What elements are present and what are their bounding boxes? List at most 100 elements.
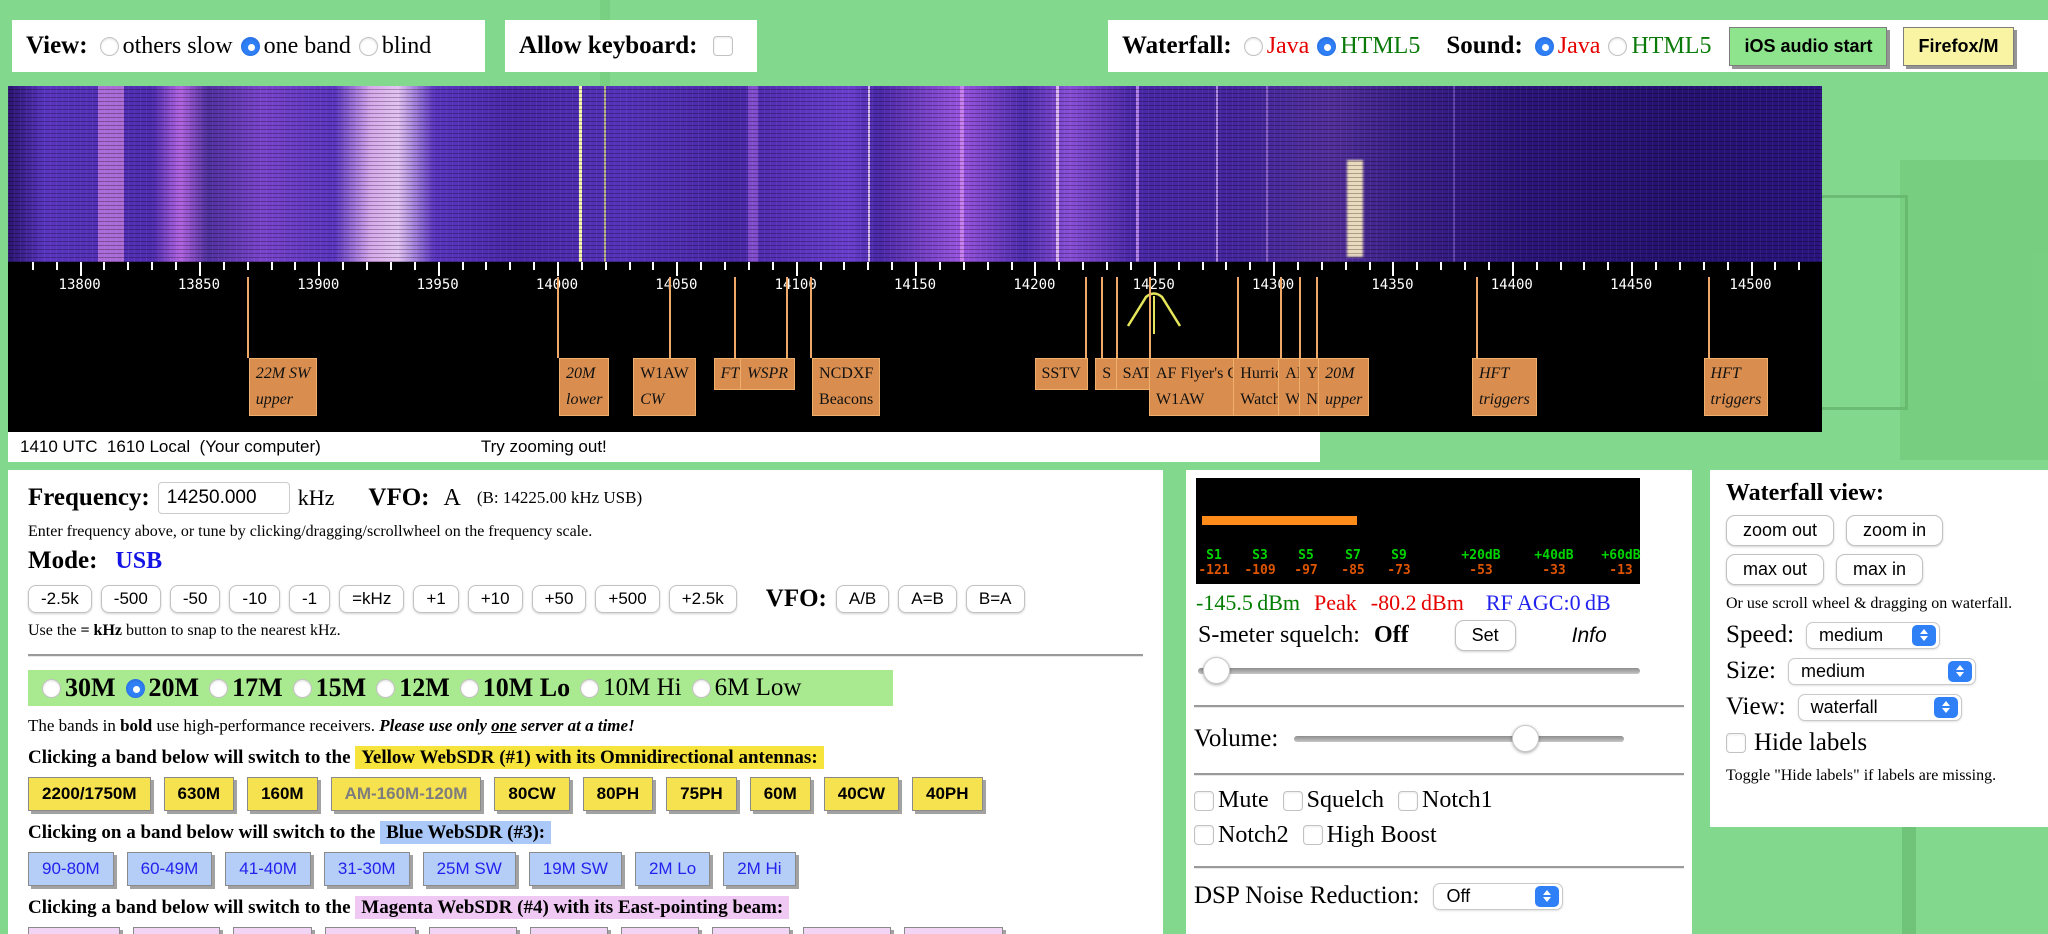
info-link[interactable]: Info: [1572, 624, 1607, 648]
band-radio-20M[interactable]: 20M: [125, 673, 199, 703]
band-button-25M SW[interactable]: 25M SW: [422, 852, 516, 886]
radio-15M[interactable]: [292, 678, 312, 698]
band-label-NCDXF[interactable]: NCDXF Beacons: [812, 358, 881, 416]
radio-option-others slow[interactable]: others slow: [99, 33, 233, 60]
hide-labels-checkbox[interactable]: [1726, 733, 1746, 753]
band-button-2M Lo[interactable]: 2M Lo: [634, 852, 711, 886]
squelch-slider-track[interactable]: [1198, 668, 1640, 674]
checkbox-item-Mute[interactable]: Mute: [1194, 787, 1269, 814]
zoom-in-button[interactable]: zoom in: [1846, 515, 1944, 546]
step-button--10[interactable]: -10: [229, 585, 280, 613]
band-button-10M-E1[interactable]: 10M-E1: [803, 927, 891, 934]
tuning-passband-marker[interactable]: [1126, 288, 1182, 334]
radio-HTML5[interactable]: [1608, 36, 1628, 56]
step-button--1[interactable]: -1: [288, 585, 331, 613]
band-button-2200/1750M[interactable]: 2200/1750M: [28, 777, 151, 811]
radio-option-one band[interactable]: one band: [240, 33, 351, 60]
radio-option-blind[interactable]: blind: [358, 33, 431, 60]
squelch-slider-knob[interactable]: [1202, 657, 1230, 684]
radio-6M Low[interactable]: [691, 678, 711, 698]
band-button-160M[interactable]: 160M: [247, 777, 318, 811]
checkbox-Squelch[interactable]: [1282, 790, 1303, 811]
firefox-button[interactable]: Firefox/M: [1903, 26, 2014, 66]
ios-audio-start-button[interactable]: iOS audio start: [1729, 26, 1888, 66]
radio-HTML5[interactable]: [1317, 36, 1337, 56]
vfo-button-A/B[interactable]: A/B: [835, 585, 890, 613]
step-button--50[interactable]: -50: [169, 585, 221, 613]
radio-one band[interactable]: [240, 36, 260, 56]
band-button-80CW[interactable]: 80CW: [494, 777, 570, 811]
radio-10M Lo[interactable]: [459, 678, 479, 698]
checkbox-Notch1[interactable]: [1398, 790, 1418, 811]
band-button-40CW-E[interactable]: 40CW-E: [28, 927, 120, 934]
waterfall-spectrogram[interactable]: [8, 86, 1822, 262]
zoom-out-button[interactable]: zoom out: [1726, 515, 1835, 546]
volume-slider[interactable]: [1294, 725, 1625, 753]
checkbox-item-Notch1[interactable]: Notch1: [1398, 787, 1493, 814]
view-select[interactable]: waterfall: [1797, 693, 1962, 721]
max-out-button[interactable]: max out: [1726, 554, 1825, 585]
band-button-40CW[interactable]: 40CW: [823, 777, 900, 811]
speed-select[interactable]: medium: [1806, 621, 1941, 649]
radio-option-HTML5[interactable]: HTML5: [1317, 33, 1420, 60]
volume-slider-track[interactable]: [1294, 736, 1625, 742]
step-button-=kHz[interactable]: =kHz: [339, 585, 405, 613]
radio-10M Hi[interactable]: [580, 678, 600, 698]
band-radio-12M[interactable]: 12M: [376, 673, 450, 703]
band-button-12M-E[interactable]: 12M-E: [712, 927, 791, 934]
radio-30M[interactable]: [42, 678, 61, 698]
band-radio-17M[interactable]: 17M: [209, 673, 283, 703]
checkbox-Mute[interactable]: [1194, 790, 1214, 811]
checkbox-Notch2[interactable]: [1194, 825, 1214, 845]
band-label-HFT[interactable]: HFT triggers: [1703, 358, 1769, 416]
volume-slider-knob[interactable]: [1512, 725, 1540, 752]
step-button-+500[interactable]: +500: [595, 585, 660, 613]
radio-blind[interactable]: [358, 36, 378, 56]
checkbox-item-High-Boost[interactable]: High Boost: [1302, 822, 1437, 849]
mode-value[interactable]: USB: [115, 548, 162, 575]
radio-12M[interactable]: [376, 678, 396, 698]
radio-17M[interactable]: [209, 678, 229, 698]
radio-others slow[interactable]: [99, 36, 119, 56]
band-button-80PH[interactable]: 80PH: [582, 777, 654, 811]
radio-option-HTML5[interactable]: HTML5: [1608, 33, 1711, 60]
band-button-90-80M[interactable]: 90-80M: [28, 852, 114, 886]
step-button-+2.5k[interactable]: +2.5k: [668, 585, 737, 613]
frequency-input[interactable]: [157, 482, 290, 514]
band-button-60-49M[interactable]: 60-49M: [126, 852, 213, 886]
band-button-31-30M[interactable]: 31-30M: [323, 852, 410, 886]
dsp-select[interactable]: Off: [1433, 882, 1564, 910]
band-radio-10M Lo[interactable]: 10M Lo: [459, 673, 570, 703]
band-label-WSPR[interactable]: WSPR: [740, 358, 796, 390]
band-radio-6M Low[interactable]: 6M Low: [691, 674, 801, 702]
vfo-button-A=B[interactable]: A=B: [898, 585, 957, 613]
step-button-+50[interactable]: +50: [531, 585, 587, 613]
squelch-slider[interactable]: [1198, 657, 1640, 685]
radio-Java[interactable]: [1534, 36, 1554, 56]
band-button-41-40M[interactable]: 41-40M: [225, 852, 311, 886]
band-button-20CW-E[interactable]: 20CW-E: [324, 927, 417, 934]
radio-option-Java[interactable]: Java: [1534, 33, 1600, 60]
band-label-22M-SW[interactable]: 22M SW upper: [248, 358, 318, 416]
band-label-20M[interactable]: 20M upper: [1318, 358, 1370, 416]
step-button--2.5k[interactable]: -2.5k: [28, 585, 92, 613]
radio-option-Java[interactable]: Java: [1243, 33, 1309, 60]
size-select[interactable]: medium: [1788, 657, 1976, 685]
band-radio-30M[interactable]: 30M: [42, 673, 116, 703]
band-label-HFT[interactable]: HFT triggers: [1472, 358, 1537, 416]
band-button-75PH[interactable]: 75PH: [666, 777, 737, 811]
squelch-set-button[interactable]: Set: [1454, 620, 1516, 651]
band-button-10M-E Hi[interactable]: 10M-E Hi: [903, 927, 1003, 934]
radio-20M[interactable]: [125, 678, 145, 698]
band-button-19M SW[interactable]: 19M SW: [528, 852, 622, 886]
band-label-AF-Flyer-s-C[interactable]: AF Flyer's C W1AW: [1148, 358, 1245, 416]
band-label-20M[interactable]: 20M lower: [559, 358, 610, 416]
checkbox-item-Notch2[interactable]: Notch2: [1194, 822, 1289, 849]
radio-Java[interactable]: [1243, 36, 1263, 56]
band-button-30M-E[interactable]: 30M-E: [233, 927, 312, 934]
band-label-SSTV[interactable]: SSTV: [1034, 358, 1088, 390]
band-radio-15M[interactable]: 15M: [292, 673, 366, 703]
band-button-15M-E[interactable]: 15M-E: [621, 927, 700, 934]
band-button-40PH-E[interactable]: 40PH-E: [132, 927, 221, 934]
band-button-17M-E[interactable]: 17M-E: [530, 927, 609, 934]
